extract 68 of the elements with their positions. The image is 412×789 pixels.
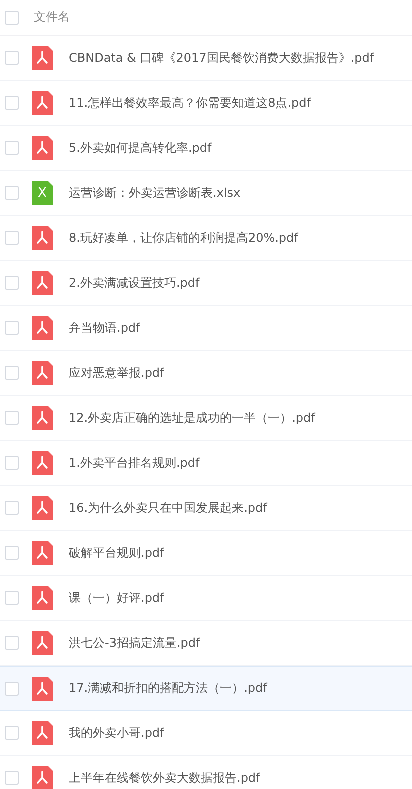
file-checkbox[interactable] xyxy=(5,366,19,380)
file-row[interactable]: 破解平台规则.pdf xyxy=(0,531,412,576)
file-row[interactable]: X 运营诊断：外卖运营诊断表.xlsx xyxy=(0,171,412,216)
file-name: CBNData & 口碑《2017国民餐饮消费大数据报告》.pdf xyxy=(69,50,374,66)
file-row[interactable]: 应对恶意举报.pdf xyxy=(0,351,412,396)
file-checkbox[interactable] xyxy=(5,501,19,515)
file-row[interactable]: 16.为什么外卖只在中国发展起来.pdf xyxy=(0,486,412,531)
file-name: 上半年在线餐饮外卖大数据报告.pdf xyxy=(69,770,260,786)
pdf-file-icon xyxy=(32,226,53,250)
pdf-file-icon xyxy=(32,631,53,655)
file-row[interactable]: 2.外卖满减设置技巧.pdf xyxy=(0,261,412,306)
file-name: 12.外卖店正确的选址是成功的一半（一）.pdf xyxy=(69,410,316,426)
file-checkbox[interactable] xyxy=(5,636,19,650)
column-header: 文件名 xyxy=(34,9,70,26)
file-row[interactable]: 我的外卖小哥.pdf xyxy=(0,711,412,756)
file-checkbox[interactable] xyxy=(5,591,19,605)
pdf-file-icon xyxy=(32,721,53,745)
file-name: 8.玩好凑单，让你店铺的利润提高20%.pdf xyxy=(69,230,298,246)
pdf-file-icon xyxy=(32,316,53,340)
file-row[interactable]: 11.怎样出餐效率最高？你需要知道这8点.pdf xyxy=(0,81,412,126)
pdf-file-icon xyxy=(32,91,53,115)
file-name: 破解平台规则.pdf xyxy=(69,544,164,562)
file-row[interactable]: 课（一）好评.pdf xyxy=(0,576,412,621)
file-checkbox[interactable] xyxy=(5,411,19,425)
file-row[interactable]: 5.外卖如何提高转化率.pdf xyxy=(0,126,412,171)
select-all-checkbox[interactable] xyxy=(5,10,19,24)
file-name: 16.为什么外卖只在中国发展起来.pdf xyxy=(69,500,268,516)
file-checkbox[interactable] xyxy=(5,96,19,110)
file-name: 课（一）好评.pdf xyxy=(69,590,164,606)
file-row[interactable]: 8.玩好凑单，让你店铺的利润提高20%.pdf xyxy=(0,216,412,261)
file-name: 5.外卖如何提高转化率.pdf xyxy=(69,140,212,156)
file-row[interactable]: 上半年在线餐饮外卖大数据报告.pdf xyxy=(0,756,412,789)
pdf-file-icon xyxy=(32,541,53,565)
file-row[interactable]: CBNData & 口碑《2017国民餐饮消费大数据报告》.pdf xyxy=(0,36,412,81)
file-name: 弁当物语.pdf xyxy=(69,320,140,336)
file-checkbox[interactable] xyxy=(5,276,19,290)
file-name: 2.外卖满减设置技巧.pdf xyxy=(69,274,200,292)
file-checkbox[interactable] xyxy=(5,51,19,65)
file-checkbox[interactable] xyxy=(5,771,19,785)
file-checkbox[interactable] xyxy=(5,546,19,560)
file-checkbox[interactable] xyxy=(5,682,19,696)
pdf-file-icon xyxy=(32,586,53,610)
file-checkbox[interactable] xyxy=(5,321,19,335)
pdf-file-icon xyxy=(32,361,53,385)
spreadsheet-file-icon: X xyxy=(32,181,53,205)
pdf-file-icon xyxy=(32,496,53,520)
file-checkbox[interactable] xyxy=(5,141,19,155)
pdf-file-icon xyxy=(32,676,53,700)
file-row[interactable]: 弁当物语.pdf xyxy=(0,306,412,351)
file-row[interactable]: 1.外卖平台排名规则.pdf xyxy=(0,441,412,486)
file-row[interactable]: 12.外卖店正确的选址是成功的一半（一）.pdf xyxy=(0,396,412,441)
pdf-file-icon xyxy=(32,136,53,160)
pdf-file-icon xyxy=(32,451,53,475)
pdf-file-icon xyxy=(32,271,53,295)
file-name: 运营诊断：外卖运营诊断表.xlsx xyxy=(69,184,241,202)
file-checkbox[interactable] xyxy=(5,726,19,740)
file-name: 1.外卖平台排名规则.pdf xyxy=(69,454,200,472)
file-name: 我的外卖小哥.pdf xyxy=(69,724,164,742)
file-checkbox[interactable] xyxy=(5,456,19,470)
pdf-file-icon xyxy=(32,406,53,430)
pdf-file-icon xyxy=(32,46,53,70)
file-checkbox[interactable] xyxy=(5,186,19,200)
file-name: 17.满减和折扣的搭配方法（一）.pdf xyxy=(69,680,268,697)
file-name: 应对恶意举报.pdf xyxy=(69,364,164,382)
file-name: 11.怎样出餐效率最高？你需要知道这8点.pdf xyxy=(69,94,311,112)
file-checkbox[interactable] xyxy=(5,231,19,245)
file-name: 洪七公-3招搞定流量.pdf xyxy=(69,634,200,652)
file-row[interactable]: 17.满减和折扣的搭配方法（一）.pdf xyxy=(0,666,412,711)
